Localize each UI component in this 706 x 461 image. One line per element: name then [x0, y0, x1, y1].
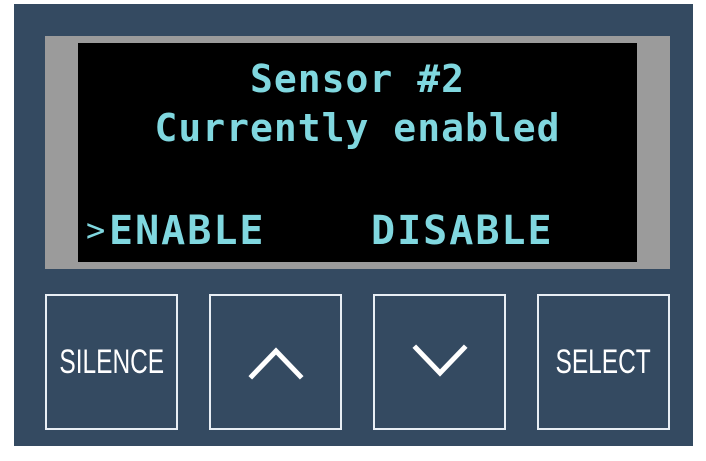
- down-button[interactable]: [373, 294, 506, 430]
- silence-button-label: SILENCE: [59, 342, 164, 381]
- option-disable: DISABLE: [371, 208, 554, 254]
- select-button[interactable]: SELECT: [537, 294, 670, 430]
- chevron-down-icon: [411, 344, 468, 377]
- silence-button[interactable]: SILENCE: [45, 294, 178, 430]
- option-row: > ENABLE DISABLE: [78, 211, 637, 255]
- selection-cursor-icon: >: [86, 211, 106, 249]
- up-button[interactable]: [209, 294, 342, 430]
- display-title: Sensor #2: [250, 57, 465, 101]
- select-button-label: SELECT: [555, 342, 652, 381]
- chevron-up-icon: [247, 347, 304, 380]
- display-bezel: Sensor #2 Currently enabled > ENABLE DIS…: [45, 36, 670, 269]
- display-status: Currently enabled: [154, 106, 561, 150]
- lcd-screen: Sensor #2 Currently enabled > ENABLE DIS…: [78, 43, 637, 262]
- option-enable: ENABLE: [109, 208, 266, 254]
